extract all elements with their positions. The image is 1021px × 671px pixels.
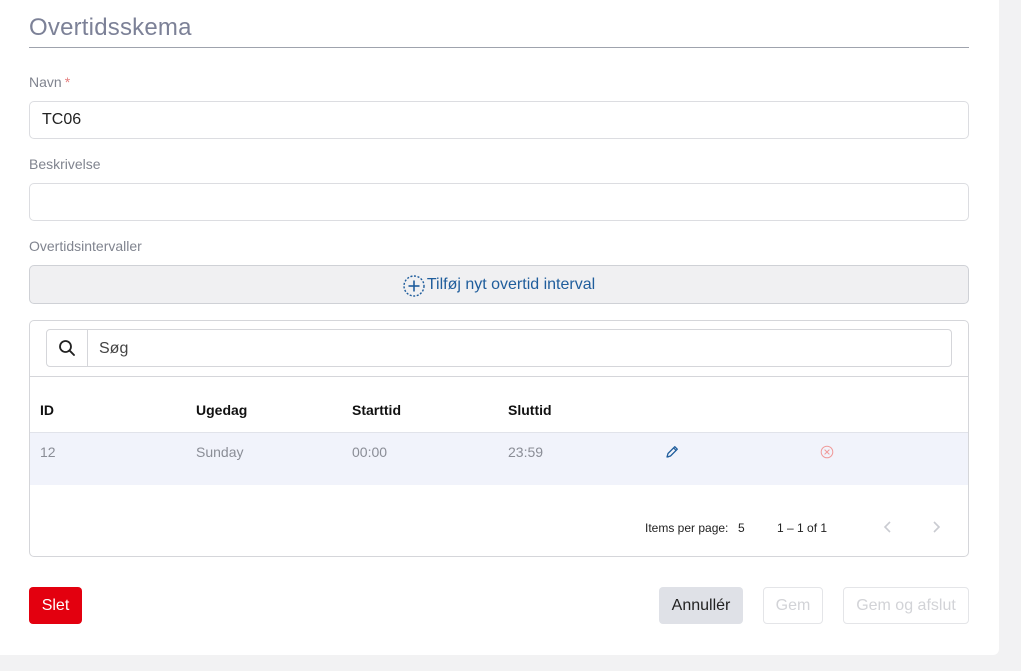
name-field[interactable]: TC06 bbox=[29, 101, 969, 139]
required-marker: * bbox=[64, 74, 71, 90]
name-label-text: Navn bbox=[29, 74, 62, 90]
name-label: Navn * bbox=[29, 74, 70, 90]
add-interval-label: Tilføj nyt overtid interval bbox=[426, 275, 596, 293]
search-divider bbox=[30, 376, 968, 377]
cell-id: 12 bbox=[40, 444, 56, 460]
column-header-end[interactable]: Sluttid bbox=[508, 402, 552, 418]
column-header-start[interactable]: Starttid bbox=[352, 402, 401, 418]
search-input[interactable]: Søg bbox=[46, 329, 952, 367]
page-range: 1 – 1 of 1 bbox=[777, 521, 828, 535]
save-and-close-button[interactable]: Gem og afslut bbox=[843, 587, 969, 624]
title-divider bbox=[29, 47, 969, 48]
save-button[interactable]: Gem bbox=[763, 587, 823, 624]
add-interval-button[interactable]: Tilføj nyt overtid interval bbox=[29, 265, 969, 304]
chevron-left-icon[interactable] bbox=[879, 518, 897, 536]
items-per-page-label: Items per page: bbox=[645, 521, 729, 535]
cancel-button[interactable]: Annullér bbox=[659, 587, 743, 624]
column-header-id[interactable]: ID bbox=[40, 402, 54, 418]
intervals-label: Overtidsintervaller bbox=[29, 238, 142, 254]
intervals-table: Søg ID Ugedag Starttid Sluttid 12 Sunday… bbox=[29, 320, 969, 557]
circle-x-icon[interactable] bbox=[817, 442, 837, 462]
column-header-weekday[interactable]: Ugedag bbox=[196, 402, 247, 418]
pencil-icon[interactable] bbox=[662, 442, 682, 462]
chevron-right-icon[interactable] bbox=[927, 518, 945, 536]
overtime-schedule-form: Overtidsskema Navn * TC06 Beskrivelse Ove… bbox=[0, 0, 999, 655]
search-icon bbox=[47, 330, 88, 366]
delete-button[interactable]: Slet bbox=[29, 587, 82, 624]
page-title: Overtidsskema bbox=[29, 14, 192, 41]
description-field[interactable] bbox=[29, 183, 969, 221]
name-field-value: TC06 bbox=[42, 111, 82, 128]
cell-start: 00:00 bbox=[352, 444, 388, 460]
items-per-page-select[interactable]: 5 bbox=[738, 521, 745, 535]
cell-end: 23:59 bbox=[508, 444, 544, 460]
search-placeholder: Søg bbox=[99, 340, 129, 357]
plus-circle-icon bbox=[403, 274, 425, 297]
description-label: Beskrivelse bbox=[29, 156, 101, 172]
cell-weekday: Sunday bbox=[196, 444, 244, 460]
